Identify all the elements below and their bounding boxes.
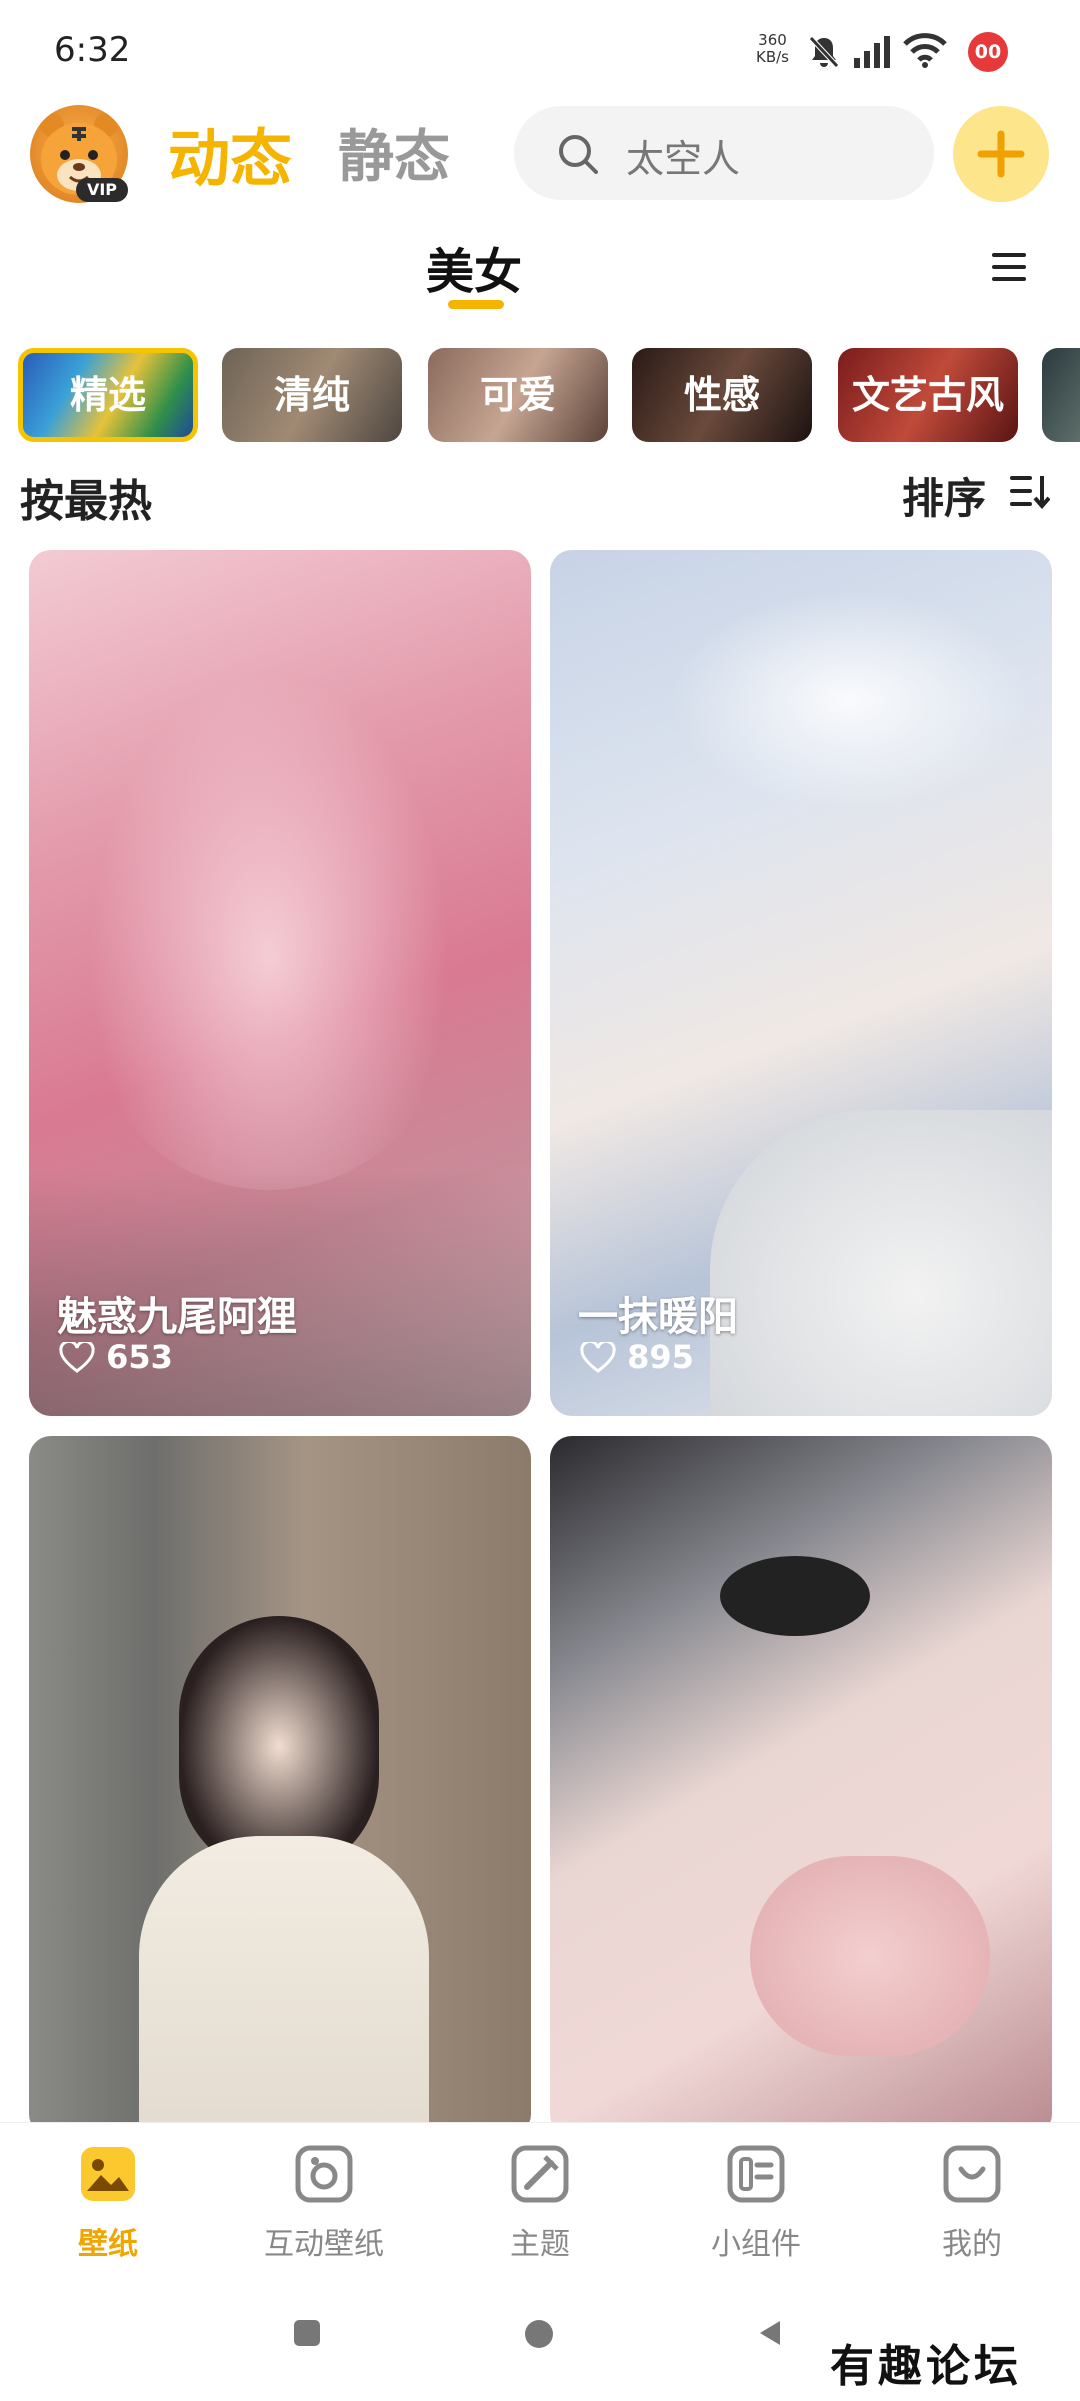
card-title: 一抹暖阳 — [578, 1294, 738, 1340]
add-button[interactable] — [953, 106, 1049, 202]
tabs-fade — [905, 220, 965, 300]
menu-icon[interactable] — [990, 250, 1028, 284]
nav-wallpaper[interactable]: 壁纸 — [0, 2145, 216, 2263]
mute-bell-icon — [809, 36, 839, 68]
theme-icon — [511, 2145, 569, 2203]
profile-icon — [943, 2145, 1001, 2203]
active-tab-indicator — [448, 300, 504, 309]
tab-dynamic[interactable]: 动态 — [168, 108, 292, 198]
card-artwork-fur — [710, 1110, 1052, 1416]
nav-label: 主题 — [510, 2227, 570, 2262]
tab-beauty[interactable]: 美女 — [426, 232, 522, 302]
network-speed: 360 KB/s — [756, 31, 789, 66]
wallpaper-card[interactable]: 一抹暖阳 895 — [550, 550, 1052, 1416]
nav-label: 我的 — [942, 2227, 1002, 2262]
search-placeholder: 太空人 — [626, 137, 741, 181]
card-like-count: 895 — [627, 1338, 694, 1376]
chip-artistic[interactable]: 文艺古风 — [838, 348, 1018, 442]
status-time: 6:32 — [54, 30, 131, 70]
plus-icon — [977, 130, 1025, 178]
card-like-count: 653 — [106, 1338, 173, 1376]
search-icon — [559, 135, 598, 174]
sort-icon — [1010, 476, 1050, 510]
sort-label: 排序 — [902, 474, 987, 523]
wifi-icon — [903, 33, 947, 68]
chip-partial[interactable] — [1042, 348, 1080, 442]
card-artwork — [670, 590, 1030, 810]
chip-pure[interactable]: 清纯 — [222, 348, 402, 442]
battery-indicator: 00 — [968, 32, 1008, 72]
wallpaper-card[interactable] — [29, 1436, 531, 2136]
card-likes: 653 — [59, 1338, 173, 1376]
chip-cute[interactable]: 可爱 — [428, 348, 608, 442]
nav-label: 互动壁纸 — [264, 2227, 384, 2262]
nav-label: 小组件 — [711, 2227, 801, 2262]
image-icon — [81, 2147, 135, 2201]
card-artwork-face — [750, 1856, 990, 2056]
interactive-wallpaper-icon — [295, 2145, 353, 2203]
card-title: 魅惑九尾阿狸 — [57, 1294, 297, 1340]
status-bar: 6:32 360 KB/s 00 — [0, 0, 1080, 100]
nav-interactive-wallpaper[interactable]: 互动壁纸 — [216, 2145, 432, 2263]
heart-icon — [59, 1339, 95, 1373]
nav-label: 壁纸 — [78, 2227, 138, 2262]
widget-icon — [727, 2145, 785, 2203]
wallpaper-card[interactable] — [550, 1436, 1052, 2136]
heart-icon — [580, 1339, 616, 1373]
nav-profile[interactable]: 我的 — [864, 2145, 1080, 2263]
wallpaper-card[interactable]: 魅惑九尾阿狸 653 — [29, 550, 531, 1416]
sort-button[interactable]: 排序 — [902, 462, 1062, 523]
search-input[interactable]: 太空人 — [514, 106, 934, 200]
back-icon[interactable] — [756, 2318, 784, 2348]
chip-sexy[interactable]: 性感 — [632, 348, 812, 442]
card-likes: 895 — [580, 1338, 694, 1376]
home-icon[interactable] — [523, 2318, 555, 2350]
card-artwork — [89, 670, 449, 1190]
chip-featured[interactable]: 精选 — [18, 348, 198, 442]
nav-theme[interactable]: 主题 — [432, 2145, 648, 2263]
vip-badge: VIP — [76, 178, 128, 202]
signal-icon — [854, 36, 890, 68]
card-artwork — [720, 1556, 870, 1636]
section-title: 按最热 — [20, 476, 152, 527]
card-artwork-cardigan — [139, 1836, 429, 2136]
watermark: 有趣论坛 — [830, 2341, 1022, 2392]
recent-apps-icon[interactable] — [292, 2318, 322, 2348]
nav-widget[interactable]: 小组件 — [648, 2145, 864, 2263]
tab-static[interactable]: 静态 — [338, 112, 450, 193]
